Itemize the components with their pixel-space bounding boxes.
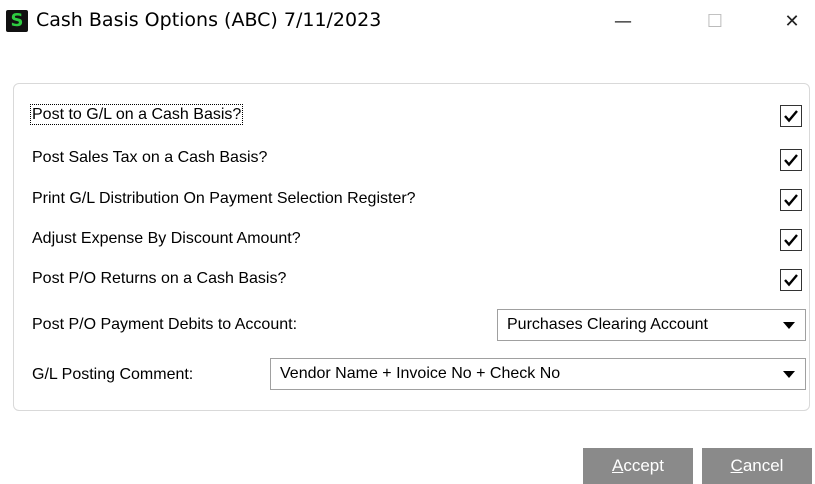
checkmark-icon [784, 274, 798, 287]
post-po-returns-label: Post P/O Returns on a Cash Basis? [32, 270, 287, 287]
window-title: Cash Basis Options (ABC) 7/11/2023 [36, 9, 382, 31]
payment-debits-select[interactable]: Purchases Clearing Account [497, 309, 806, 341]
print-gl-distribution-label: Print G/L Distribution On Payment Select… [32, 190, 416, 207]
post-gl-cash-basis-label: Post to G/L on a Cash Basis? [29, 104, 244, 125]
checkmark-icon [784, 154, 798, 167]
title-bar: S Cash Basis Options (ABC) 7/11/2023 — ☐… [0, 0, 815, 42]
cancel-button[interactable]: Cancel [702, 448, 812, 484]
checkmark-icon [784, 194, 798, 207]
post-po-returns-checkbox[interactable] [780, 269, 802, 291]
posting-comment-label: G/L Posting Comment: [32, 366, 194, 383]
chevron-down-icon [783, 322, 795, 329]
post-gl-cash-basis-text: Post to G/L on a Cash Basis? [29, 104, 244, 125]
accept-label-rest: ccept [623, 456, 664, 475]
accept-mnemonic: A [612, 456, 624, 475]
checkmark-icon [784, 110, 798, 123]
print-gl-distribution-checkbox[interactable] [780, 189, 802, 211]
cancel-label-rest: ancel [742, 456, 784, 475]
payment-debits-value: Purchases Clearing Account [507, 316, 708, 333]
adjust-expense-checkbox[interactable] [780, 229, 802, 251]
minimize-button[interactable]: — [600, 0, 646, 42]
payment-debits-label: Post P/O Payment Debits to Account: [32, 316, 298, 333]
close-icon: ✕ [784, 10, 800, 32]
adjust-expense-label: Adjust Expense By Discount Amount? [32, 230, 301, 247]
post-gl-cash-basis-checkbox[interactable] [780, 105, 802, 127]
checkmark-icon [784, 234, 798, 247]
minimize-icon: — [614, 10, 632, 32]
post-sales-tax-checkbox[interactable] [780, 149, 802, 171]
accept-button[interactable]: Accept [583, 448, 693, 484]
app-logo-letter: S [10, 10, 24, 31]
maximize-button[interactable]: ☐ [692, 0, 738, 42]
chevron-down-icon [783, 371, 795, 378]
posting-comment-select[interactable]: Vendor Name + Invoice No + Check No [270, 358, 806, 390]
posting-comment-value: Vendor Name + Invoice No + Check No [280, 365, 561, 382]
close-button[interactable]: ✕ [769, 0, 815, 42]
maximize-icon: ☐ [706, 10, 724, 32]
app-logo-icon: S [6, 10, 28, 32]
post-sales-tax-label: Post Sales Tax on a Cash Basis? [32, 149, 268, 166]
cancel-mnemonic: C [730, 456, 743, 475]
